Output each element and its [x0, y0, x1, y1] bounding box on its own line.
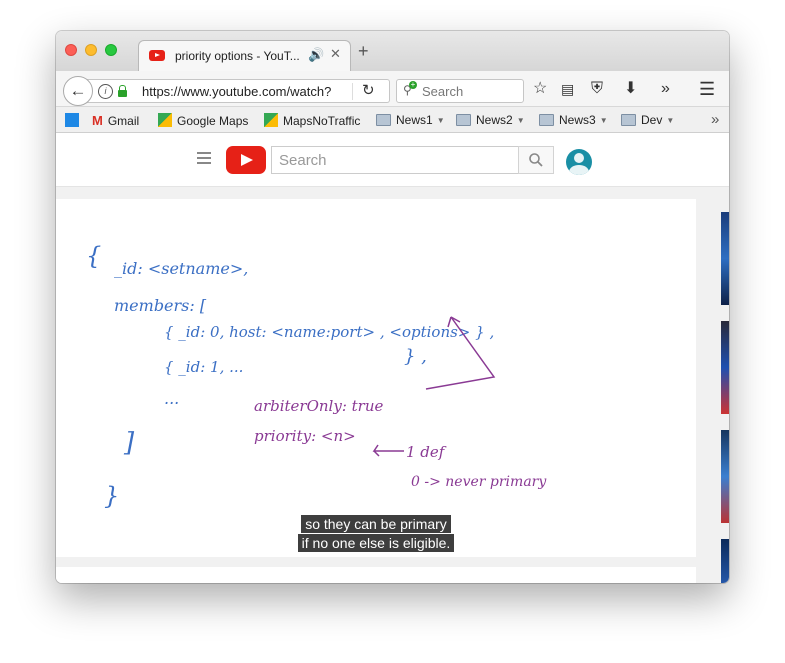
bookmark-label: News1	[396, 113, 433, 127]
add-search-icon: +	[409, 80, 417, 89]
overflow-chevron-icon[interactable]: »	[661, 81, 670, 97]
whiteboard-line: }	[104, 482, 119, 510]
divider	[352, 83, 353, 100]
bookmark-google-maps[interactable]: Google Maps	[158, 113, 248, 128]
caption-line-2: if no one else is eligible.	[56, 534, 696, 553]
bookmark-label: Google Maps	[177, 114, 249, 128]
video-info-panel	[56, 567, 696, 583]
gmail-icon: M	[92, 113, 103, 128]
star-icon[interactable]: ☆	[533, 81, 547, 97]
whiteboard-line: } ,	[404, 346, 427, 367]
back-button[interactable]: ←	[63, 76, 93, 106]
page-content: { _id: <setname>, members: [ { _id: 0, h…	[56, 187, 729, 583]
navigation-bar: i https://www.youtube.com/watch? ↻ ← ⚲ +…	[56, 71, 729, 107]
related-video-thumbnail[interactable]	[721, 430, 729, 523]
bookmark-label: Gmail	[107, 114, 140, 128]
url-bar[interactable]: i https://www.youtube.com/watch? ↻	[84, 79, 390, 103]
bookmark-label: Dev	[641, 113, 663, 127]
magnifier-icon	[529, 153, 543, 167]
bookmark-mapsnotraffic[interactable]: MapsNoTraffic	[264, 113, 360, 128]
whiteboard-line: { _id: 0, host: <name:port> , <options> …	[164, 323, 494, 341]
search-placeholder: Search	[422, 84, 464, 99]
zoom-window-button[interactable]	[105, 44, 117, 56]
folder-icon	[376, 114, 391, 126]
folder-icon	[456, 114, 471, 126]
whiteboard-line: priority: <n>	[254, 427, 356, 445]
bookmark-label: MapsNoTraffic	[283, 114, 361, 128]
search-bar[interactable]: ⚲ + Search	[396, 79, 524, 103]
new-tab-button[interactable]: +	[358, 42, 369, 60]
avatar[interactable]	[566, 149, 592, 175]
youtube-search-input[interactable]: Search	[271, 146, 519, 174]
maps-icon	[264, 113, 278, 127]
whiteboard-line: ]	[123, 428, 135, 458]
video-player[interactable]: { _id: <setname>, members: [ { _id: 0, h…	[56, 199, 696, 557]
pocket-icon[interactable]: ⛨	[591, 81, 603, 97]
reload-icon[interactable]: ↻	[362, 81, 375, 99]
speaker-icon[interactable]: 🔊	[308, 47, 324, 63]
youtube-logo-icon[interactable]	[226, 146, 266, 174]
related-video-thumbnail[interactable]	[721, 212, 729, 305]
info-icon[interactable]: i	[98, 84, 113, 99]
minimize-window-button[interactable]	[85, 44, 97, 56]
whiteboard-line: {	[86, 242, 101, 270]
maps-icon	[158, 113, 172, 127]
menu-icon[interactable]: ☰	[699, 80, 715, 98]
bookmark-folder-news3[interactable]: News3 ▼	[539, 113, 608, 127]
close-tab-icon[interactable]: ✕	[330, 46, 341, 62]
tab-title: priority options - YouT...	[175, 49, 300, 63]
folder-icon	[621, 114, 636, 126]
reading-list-icon[interactable]: ▤	[561, 81, 574, 97]
bookmarks-bar: M Gmail Google Maps MapsNoTraffic News1 ▼ …	[56, 107, 729, 133]
url-text[interactable]: https://www.youtube.com/watch?	[142, 84, 332, 99]
browser-window: priority options - YouT... 🔊 ✕ + i https…	[56, 31, 729, 583]
close-window-button[interactable]	[65, 44, 77, 56]
whiteboard-line: 1 def	[406, 443, 447, 461]
youtube-favicon-icon	[149, 50, 165, 61]
youtube-header: Search	[56, 133, 729, 187]
caption-line-1: so they can be primary	[56, 515, 696, 534]
bookmark-gmail[interactable]: M Gmail	[92, 113, 139, 128]
related-video-thumbnail[interactable]	[721, 321, 729, 414]
lock-icon	[118, 85, 127, 97]
tab-active[interactable]: priority options - YouT... 🔊 ✕	[138, 40, 351, 71]
related-video-thumbnail[interactable]	[721, 539, 729, 583]
whiteboard-line: { _id: 1, ...	[164, 358, 243, 376]
whiteboard-line: members: [	[114, 296, 207, 315]
bookmark-label: News3	[559, 113, 596, 127]
whiteboard-line: ...	[164, 389, 179, 408]
youtube-search-placeholder: Search	[279, 152, 327, 169]
whiteboard-line: arbiterOnly: true	[254, 397, 383, 415]
guide-menu-icon[interactable]	[197, 152, 211, 167]
youtube-search-button[interactable]	[518, 146, 554, 174]
bookmark-label: News2	[476, 113, 513, 127]
bookmark-folder-news2[interactable]: News2 ▼	[456, 113, 525, 127]
download-icon[interactable]: ⬇	[624, 81, 637, 97]
whiteboard-line: _id: <setname>,	[114, 259, 248, 278]
whiteboard-drawing: { _id: <setname>, members: [ { _id: 0, h…	[86, 242, 547, 510]
tab-bar: priority options - YouT... 🔊 ✕ +	[56, 31, 729, 71]
bookmark-folder-dev[interactable]: Dev ▼	[621, 113, 674, 127]
whiteboard-line: 0 -> never primary	[411, 474, 547, 490]
bookmarks-overflow-icon[interactable]: »	[711, 111, 719, 128]
bookmark-folder-news1[interactable]: News1 ▼	[376, 113, 445, 127]
bookmark-app-icon[interactable]	[65, 113, 84, 128]
folder-icon	[539, 114, 554, 126]
